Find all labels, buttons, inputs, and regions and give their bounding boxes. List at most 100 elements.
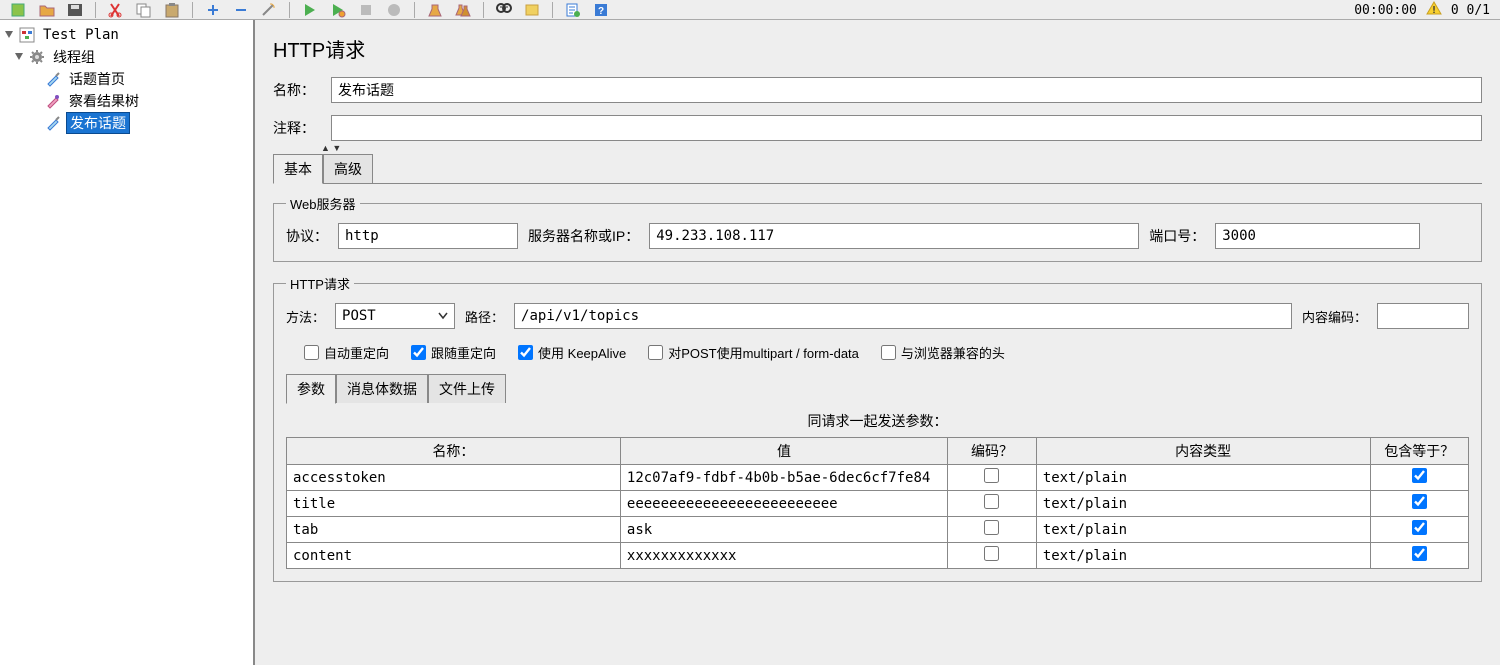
server-input[interactable]: [649, 223, 1139, 249]
thread-count: 0 0/1: [1451, 3, 1490, 18]
table-row[interactable]: accesstoken12c07af9-fdbf-4b0b-b5ae-6dec6…: [287, 465, 1469, 491]
cell-ctype[interactable]: text/plain: [1036, 491, 1370, 517]
cell-ctype[interactable]: text/plain: [1036, 517, 1370, 543]
col-header-include[interactable]: 包含等于？: [1370, 438, 1469, 465]
params-table[interactable]: 名称： 值 编码？ 内容类型 包含等于？ accesstoken12c07af9…: [286, 437, 1469, 569]
function-helper-icon[interactable]: [562, 1, 584, 19]
table-row[interactable]: titleeeeeeeeeeeeeeeeeeeeeeeeee text/plain: [287, 491, 1469, 517]
reset-search-icon[interactable]: [521, 1, 543, 19]
cell-ctype[interactable]: text/plain: [1036, 465, 1370, 491]
table-row[interactable]: tabask text/plain: [287, 517, 1469, 543]
tree-root[interactable]: Test Plan: [2, 24, 251, 46]
tree-node-label: 话题首页: [66, 68, 128, 90]
web-server-fieldset: Web服务器 协议： 服务器名称或IP： 端口号：: [273, 194, 1482, 262]
test-plan-tree[interactable]: Test Plan 线程组 话题首页 察看结果树 发布话题: [0, 20, 255, 665]
content-panel: HTTP请求 名称： 注释： ▲ ▼ 基本 高级 Web服务器 协议： 服务器名…: [255, 20, 1500, 665]
cell-encode[interactable]: [948, 491, 1037, 517]
run-noschedule-icon[interactable]: [327, 1, 349, 19]
toolbar: ? 00:00:00 ! 0 0/1: [0, 0, 1500, 20]
sampler-icon: [44, 70, 62, 88]
http-request-legend: HTTP请求: [286, 274, 354, 293]
results-tree-icon: [44, 92, 62, 110]
clearall-icon[interactable]: [452, 1, 474, 19]
help-icon[interactable]: ?: [590, 1, 612, 19]
auto-redirect-checkbox[interactable]: 自动重定向: [304, 343, 389, 362]
col-header-encode[interactable]: 编码？: [948, 438, 1037, 465]
sampler-icon: [44, 114, 62, 132]
cell-encode[interactable]: [948, 465, 1037, 491]
minus-icon[interactable]: [230, 1, 252, 19]
path-input[interactable]: [514, 303, 1292, 329]
tab-params[interactable]: 参数: [286, 374, 336, 404]
path-label: 路径：: [465, 307, 504, 326]
protocol-input[interactable]: [338, 223, 518, 249]
collapse-icon[interactable]: [12, 50, 26, 64]
tab-body[interactable]: 消息体数据: [336, 374, 428, 403]
save-icon[interactable]: [64, 1, 86, 19]
encoding-input[interactable]: [1377, 303, 1469, 329]
cell-include[interactable]: [1370, 543, 1469, 569]
cell-value[interactable]: 12c07af9-fdbf-4b0b-b5ae-6dec6cf7fe84: [620, 465, 947, 491]
tab-file[interactable]: 文件上传: [428, 374, 506, 403]
comment-input[interactable]: [331, 115, 1482, 141]
name-input[interactable]: [331, 77, 1482, 103]
run-icon[interactable]: [299, 1, 321, 19]
cell-encode[interactable]: [948, 543, 1037, 569]
svg-text:!: !: [1431, 5, 1437, 16]
web-server-legend: Web服务器: [286, 194, 360, 213]
cell-value[interactable]: xxxxxxxxxxxxx: [620, 543, 947, 569]
new-icon[interactable]: [8, 1, 30, 19]
shutdown-icon[interactable]: [383, 1, 405, 19]
cell-value[interactable]: eeeeeeeeeeeeeeeeeeeeeeeee: [620, 491, 947, 517]
col-header-name[interactable]: 名称：: [287, 438, 621, 465]
tree-node-listener[interactable]: 察看结果树: [2, 90, 251, 112]
tab-basic[interactable]: 基本: [273, 154, 323, 184]
name-label: 名称：: [273, 80, 331, 100]
cut-icon[interactable]: [105, 1, 127, 19]
cell-value[interactable]: ask: [620, 517, 947, 543]
drag-handle-icon[interactable]: ▲ ▼: [273, 145, 1482, 152]
server-label: 服务器名称或IP：: [528, 226, 639, 246]
search-icon[interactable]: [493, 1, 515, 19]
col-header-ctype[interactable]: 内容类型: [1036, 438, 1370, 465]
collapse-icon[interactable]: [2, 28, 16, 42]
cell-include[interactable]: [1370, 465, 1469, 491]
cell-include[interactable]: [1370, 517, 1469, 543]
multipart-checkbox[interactable]: 对POST使用multipart / form-data: [648, 343, 859, 362]
chevron-down-icon: [438, 308, 448, 324]
status-area: 00:00:00 ! 0 0/1: [1354, 0, 1490, 20]
tree-threadgroup[interactable]: 线程组: [2, 46, 251, 68]
follow-redirect-checkbox[interactable]: 跟随重定向: [411, 343, 496, 362]
browser-compat-checkbox[interactable]: 与浏览器兼容的头: [881, 343, 1005, 362]
panel-title: HTTP请求: [273, 34, 1482, 63]
method-select[interactable]: POST: [335, 303, 455, 329]
timer-text: 00:00:00: [1354, 3, 1417, 18]
cell-include[interactable]: [1370, 491, 1469, 517]
cell-name[interactable]: content: [287, 543, 621, 569]
cell-name[interactable]: accesstoken: [287, 465, 621, 491]
cell-name[interactable]: title: [287, 491, 621, 517]
tree-threadgroup-label: 线程组: [50, 46, 98, 68]
clear-icon[interactable]: [424, 1, 446, 19]
tree-node-sampler[interactable]: 话题首页: [2, 68, 251, 90]
warning-icon[interactable]: !: [1425, 0, 1443, 20]
keepalive-checkbox[interactable]: 使用 KeepAlive: [518, 343, 626, 362]
cell-ctype[interactable]: text/plain: [1036, 543, 1370, 569]
paste-icon[interactable]: [161, 1, 183, 19]
col-header-value[interactable]: 值: [620, 438, 947, 465]
plus-icon[interactable]: [202, 1, 224, 19]
tree-node-selected[interactable]: 发布话题: [2, 112, 251, 134]
cell-encode[interactable]: [948, 517, 1037, 543]
method-label: 方法：: [286, 307, 325, 326]
open-icon[interactable]: [36, 1, 58, 19]
http-request-fieldset: HTTP请求 方法： POST 路径： 内容编码： 自动重定向 跟随重定向 使用…: [273, 274, 1482, 582]
copy-icon[interactable]: [133, 1, 155, 19]
stop-icon[interactable]: [355, 1, 377, 19]
wand-icon[interactable]: [258, 1, 280, 19]
cell-name[interactable]: tab: [287, 517, 621, 543]
table-row[interactable]: contentxxxxxxxxxxxxx text/plain: [287, 543, 1469, 569]
port-input[interactable]: [1215, 223, 1420, 249]
params-tab-strip: 参数 消息体数据 文件上传: [286, 374, 1469, 403]
testplan-icon: [18, 26, 36, 44]
tab-advanced[interactable]: 高级: [323, 154, 373, 183]
